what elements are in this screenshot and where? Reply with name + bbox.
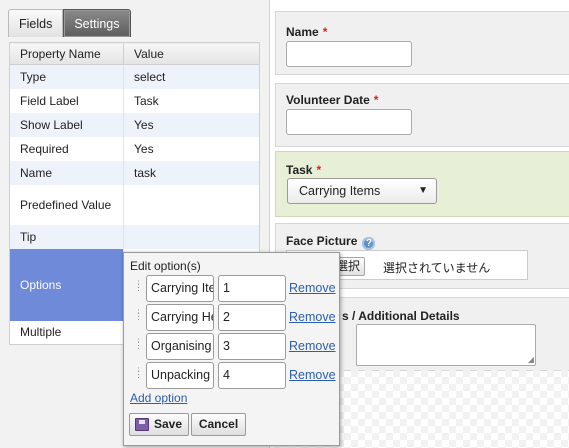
required-marker: * (316, 163, 322, 177)
property-value[interactable]: Task (124, 89, 260, 113)
remove-option-link[interactable]: Remove (289, 368, 336, 382)
property-value[interactable] (124, 185, 260, 225)
field-name[interactable]: Name * (275, 11, 569, 75)
property-value[interactable]: Yes (123, 112, 260, 137)
option-value-input[interactable]: 1 (218, 275, 286, 302)
edit-options-popup: Edit option(s) ⋮ ⋮ Carrying Ite 1 Remove … (123, 252, 340, 446)
property-name: Field Label (9, 88, 124, 113)
floppy-disk-icon (135, 418, 149, 431)
save-button-label: Save (154, 417, 183, 431)
remove-option-link[interactable]: Remove (289, 310, 336, 324)
property-name: Name (9, 160, 124, 185)
drag-handle-icon[interactable]: ⋮ ⋮ (134, 338, 143, 355)
property-name: Tip (9, 224, 124, 249)
tab-fields[interactable]: Fields (8, 9, 64, 37)
task-select[interactable]: Carrying Items ▼ (287, 178, 437, 204)
remove-option-link[interactable]: Remove (289, 339, 336, 353)
tab-bar: Fields Settings (8, 9, 131, 37)
task-select-value: Carrying Items (299, 184, 381, 198)
additional-details-textarea[interactable]: ◢ (356, 324, 536, 366)
property-name: Type (9, 64, 124, 89)
column-header-value: Value (123, 42, 260, 65)
field-label: s / Additional Details (342, 309, 460, 323)
property-name: Multiple (9, 320, 124, 345)
resize-grip-icon[interactable]: ◢ (528, 356, 534, 364)
table-row-predefined-value[interactable]: Predefined Value (9, 184, 260, 225)
option-label-input[interactable]: Unpacking (146, 362, 214, 389)
required-marker: * (373, 93, 379, 107)
field-task[interactable]: Task * Carrying Items ▼ (275, 151, 569, 217)
remove-option-link[interactable]: Remove (289, 281, 336, 295)
option-row: ⋮ ⋮ Carrying Ite 1 Remove (124, 275, 339, 303)
table-header-row: Property Name Value (9, 42, 260, 65)
chevron-down-icon: ▼ (418, 185, 428, 196)
drag-handle-icon[interactable]: ⋮ ⋮ (134, 280, 143, 297)
field-label: Volunteer Date * (286, 93, 379, 107)
property-value[interactable] (123, 224, 260, 249)
required-marker: * (322, 25, 328, 39)
file-status-text: 選択されていません (383, 261, 491, 275)
field-label: Face Picture? (286, 234, 376, 250)
property-name: Options (9, 248, 124, 321)
form-builder: Fields Settings Property Name Value Type… (0, 0, 569, 448)
field-label: Task * (286, 163, 322, 177)
column-header-property-name: Property Name (9, 42, 124, 65)
volunteer-date-input[interactable] (286, 109, 412, 135)
option-row: ⋮ ⋮ Organising 3 Remove (124, 333, 339, 361)
option-label-input[interactable]: Carrying Ite (146, 275, 214, 302)
add-option-link[interactable]: Add option (130, 391, 187, 405)
property-name: Required (9, 136, 124, 161)
table-row-type[interactable]: Type select (9, 64, 260, 89)
popup-title: Edit option(s) (130, 259, 201, 273)
property-name: Predefined Value (9, 184, 124, 225)
option-row: ⋮ ⋮ Unpacking 4 Remove (124, 362, 339, 390)
option-value-input[interactable]: 3 (218, 333, 286, 360)
help-icon[interactable]: ? (362, 237, 376, 250)
table-row-tip[interactable]: Tip (9, 224, 260, 249)
save-button[interactable]: Save (129, 413, 189, 436)
option-label-input[interactable]: Organising (146, 333, 214, 360)
table-row-field-label[interactable]: Field Label Task (9, 88, 260, 113)
field-label: Name * (286, 25, 328, 39)
property-name: Show Label (9, 112, 124, 137)
table-row-required[interactable]: Required Yes (9, 136, 260, 161)
name-input[interactable] (286, 41, 412, 67)
property-value[interactable]: task (123, 160, 260, 185)
option-row: ⋮ ⋮ Carrying He 2 Remove (124, 304, 339, 332)
table-row-name[interactable]: Name task (9, 160, 260, 185)
field-volunteer-date[interactable]: Volunteer Date * (275, 83, 569, 147)
option-value-input[interactable]: 2 (218, 304, 286, 331)
table-row-show-label[interactable]: Show Label Yes (9, 112, 260, 137)
property-value[interactable]: select (123, 64, 260, 89)
drag-handle-icon[interactable]: ⋮ ⋮ (134, 309, 143, 326)
property-value[interactable]: Yes (124, 137, 260, 161)
drag-handle-icon[interactable]: ⋮ ⋮ (134, 367, 143, 384)
option-label-input[interactable]: Carrying He (146, 304, 214, 331)
cancel-button[interactable]: Cancel (191, 413, 246, 436)
option-value-input[interactable]: 4 (218, 362, 286, 389)
tab-settings[interactable]: Settings (63, 9, 131, 37)
